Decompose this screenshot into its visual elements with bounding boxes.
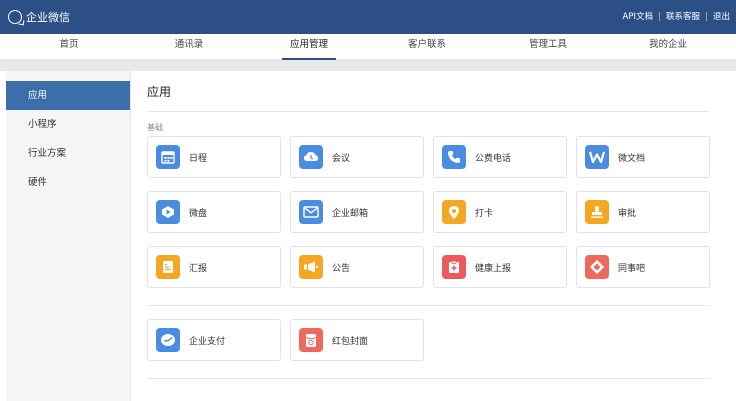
nav-management-tools[interactable]: 管理工具: [526, 34, 570, 60]
app-card-enterprise-mail[interactable]: 企业邮箱: [290, 191, 424, 233]
section-label-basic: 基础: [147, 123, 163, 132]
meeting-icon: [299, 145, 323, 169]
app-label: 日程: [189, 153, 208, 164]
nav-my-enterprise[interactable]: 我的企业: [644, 34, 692, 60]
payment-icon: [156, 328, 180, 352]
calendar-icon: [156, 145, 180, 169]
app-card-schedule[interactable]: 日程: [147, 136, 281, 178]
main-content: 应用 基础 日程 会议 公费电话 微文档 微盘 企业邮箱 打卡 审批 汇报 公告…: [147, 71, 710, 401]
megaphone-icon: [299, 255, 323, 279]
app-label: 微文档: [618, 153, 646, 164]
app-label: 健康上报: [475, 263, 512, 274]
app-label: 打卡: [475, 208, 494, 219]
app-card-check-in[interactable]: 打卡: [433, 191, 567, 233]
nav-customer-contact[interactable]: 客户联系: [405, 34, 449, 60]
brand-logo[interactable]: 企业微信: [8, 8, 70, 26]
app-card-meeting[interactable]: 会议: [290, 136, 424, 178]
api-docs-link[interactable]: API文档: [623, 10, 653, 22]
app-card-report[interactable]: 汇报: [147, 246, 281, 288]
sidebar: 应用 小程序 行业方案 硬件: [6, 71, 131, 401]
page-title: 应用: [147, 85, 172, 99]
app-label: 企业邮箱: [332, 208, 369, 219]
sidebar-item-industry-solutions[interactable]: 行业方案: [6, 139, 130, 168]
app-label: 会议: [332, 153, 351, 164]
app-card-micro-drive[interactable]: 微盘: [147, 191, 281, 233]
mail-icon: [299, 200, 323, 224]
drive-icon: [156, 200, 180, 224]
logout-link[interactable]: 退出: [713, 10, 730, 22]
app-card-red-envelope-cover[interactable]: 红包封面: [290, 319, 424, 361]
location-pin-icon: [442, 200, 466, 224]
nav-app-management[interactable]: 应用管理: [282, 34, 336, 60]
content-top-strip: [0, 60, 736, 71]
app-label: 企业支付: [189, 336, 226, 347]
sidebar-item-mini-programs[interactable]: 小程序: [6, 110, 130, 139]
app-label: 红包封面: [332, 336, 369, 347]
app-label: 公告: [332, 263, 351, 274]
app-label: 汇报: [189, 263, 208, 274]
app-card-approval[interactable]: 审批: [576, 191, 710, 233]
top-link-separator: [705, 11, 707, 21]
section-divider: [147, 305, 710, 306]
phone-icon: [442, 145, 466, 169]
main-nav: 首页 通讯录 应用管理 客户联系 管理工具 我的企业: [0, 34, 736, 60]
top-link-separator: [658, 11, 660, 21]
app-card-announcement[interactable]: 公告: [290, 246, 424, 288]
app-card-health-report[interactable]: 健康上报: [433, 246, 567, 288]
app-label: 公费电话: [475, 153, 512, 164]
contact-support-link[interactable]: 联系客服: [666, 10, 700, 22]
document-w-icon: [585, 145, 609, 169]
nav-contacts[interactable]: 通讯录: [172, 34, 206, 60]
title-divider: [147, 111, 710, 112]
top-links: API文档 联系客服 退出: [623, 10, 730, 22]
app-label: 微盘: [189, 208, 208, 219]
app-card-enterprise-payment[interactable]: 企业支付: [147, 319, 281, 361]
sidebar-item-apps[interactable]: 应用: [6, 81, 130, 110]
brand-name: 企业微信: [26, 11, 70, 24]
app-card-micro-document[interactable]: 微文档: [576, 136, 710, 178]
section-divider: [147, 378, 710, 379]
app-card-colleague-forum[interactable]: 同事吧: [576, 246, 710, 288]
wecom-logo-icon: [8, 10, 22, 24]
health-report-icon: [442, 255, 466, 279]
app-label: 同事吧: [618, 263, 646, 274]
nav-home[interactable]: 首页: [52, 34, 86, 60]
app-label: 审批: [618, 208, 637, 219]
report-icon: [156, 255, 180, 279]
red-envelope-icon: [299, 328, 323, 352]
colleague-forum-icon: [585, 255, 609, 279]
app-card-public-phone[interactable]: 公费电话: [433, 136, 567, 178]
top-bar: 企业微信 API文档 联系客服 退出: [0, 0, 736, 34]
sidebar-item-hardware[interactable]: 硬件: [6, 168, 130, 197]
stamp-icon: [585, 200, 609, 224]
